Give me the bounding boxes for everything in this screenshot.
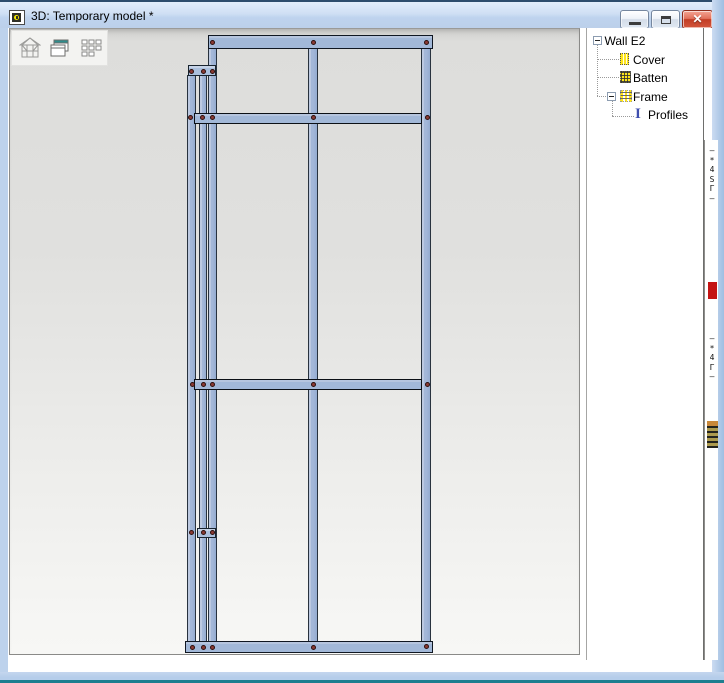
screw-marker[interactable]	[200, 115, 205, 120]
screw-marker[interactable]	[188, 115, 193, 120]
app-window: 3D: Temporary model * ✕	[0, 0, 724, 683]
screw-marker[interactable]	[424, 40, 429, 45]
screw-marker[interactable]	[201, 69, 206, 74]
screw-marker[interactable]	[210, 530, 215, 535]
screw-marker[interactable]	[425, 115, 430, 120]
batten-icon	[620, 71, 631, 83]
screw-marker[interactable]	[189, 530, 194, 535]
screw-marker[interactable]	[424, 644, 429, 649]
screw-marker[interactable]	[311, 382, 316, 387]
viewport-3d[interactable]	[9, 28, 580, 655]
screw-marker[interactable]	[201, 645, 206, 650]
frame-icon	[620, 90, 632, 102]
title-bar[interactable]: 3D: Temporary model * ✕	[0, 0, 724, 28]
stud-left-outer[interactable]	[187, 75, 197, 641]
minus-icon	[595, 40, 600, 41]
screw-marker[interactable]	[210, 645, 215, 650]
tree-item-wall-e2[interactable]: Wall E2	[605, 34, 646, 48]
screw-marker[interactable]	[311, 115, 316, 120]
stud-middle[interactable]	[308, 49, 318, 641]
tree-expander-frame[interactable]	[607, 92, 616, 101]
app-icon	[9, 10, 25, 25]
profiles-icon: I	[635, 108, 641, 120]
minimize-button[interactable]	[620, 10, 649, 29]
tree-connector-line	[597, 45, 598, 96]
tan-material-icon	[707, 421, 718, 448]
screw-marker[interactable]	[210, 115, 215, 120]
stud-left-inner[interactable]	[199, 75, 207, 641]
close-icon: ✕	[683, 12, 712, 26]
close-button[interactable]: ✕	[682, 10, 713, 29]
minimize-icon	[629, 22, 641, 25]
tree-connector-line	[612, 116, 634, 117]
bottom-plate[interactable]	[185, 641, 433, 653]
screw-marker[interactable]	[425, 382, 430, 387]
stud-right[interactable]	[421, 49, 431, 641]
tree-connector-line	[612, 101, 613, 116]
rail-upper[interactable]	[194, 113, 422, 124]
screw-marker[interactable]	[311, 645, 316, 650]
clipped-vertical-label: —*4Γ—	[706, 334, 718, 382]
window-title: 3D: Temporary model *	[31, 9, 154, 23]
tree-connector-line	[597, 59, 619, 60]
screw-marker[interactable]	[311, 40, 316, 45]
stud-left-main[interactable]	[208, 49, 217, 641]
screw-marker[interactable]	[190, 645, 195, 650]
screw-marker[interactable]	[210, 69, 215, 74]
screw-marker[interactable]	[210, 40, 215, 45]
screw-marker[interactable]	[210, 382, 215, 387]
top-plate[interactable]	[208, 35, 433, 49]
tree-expander-wall-e2[interactable]	[593, 36, 602, 45]
screw-marker[interactable]	[201, 530, 206, 535]
wall-frame-model[interactable]	[10, 29, 579, 654]
tree-item-cover[interactable]: Cover	[633, 53, 665, 67]
screw-marker[interactable]	[190, 382, 195, 387]
tree-connector-line	[597, 96, 606, 97]
restore-icon	[661, 16, 671, 24]
red-material-icon	[708, 282, 717, 299]
tree-item-frame[interactable]: Frame	[633, 90, 668, 104]
rail-middle[interactable]	[194, 379, 422, 390]
clipped-vertical-label: —*4SΓ—	[706, 146, 718, 203]
tree-connector-line	[597, 77, 619, 78]
tree-item-profiles[interactable]: Profiles	[648, 108, 688, 122]
tree-item-batten[interactable]: Batten	[633, 71, 668, 85]
screw-marker[interactable]	[201, 382, 206, 387]
restore-button[interactable]	[651, 10, 680, 29]
screw-marker[interactable]	[189, 69, 194, 74]
clipped-side-toolbar: —*4SΓ— —*4Γ—	[704, 140, 718, 660]
minus-icon	[609, 96, 614, 97]
model-tree-panel[interactable]: Wall E2 Cover Batten Frame I Profiles	[586, 28, 704, 660]
cover-icon	[620, 53, 629, 65]
